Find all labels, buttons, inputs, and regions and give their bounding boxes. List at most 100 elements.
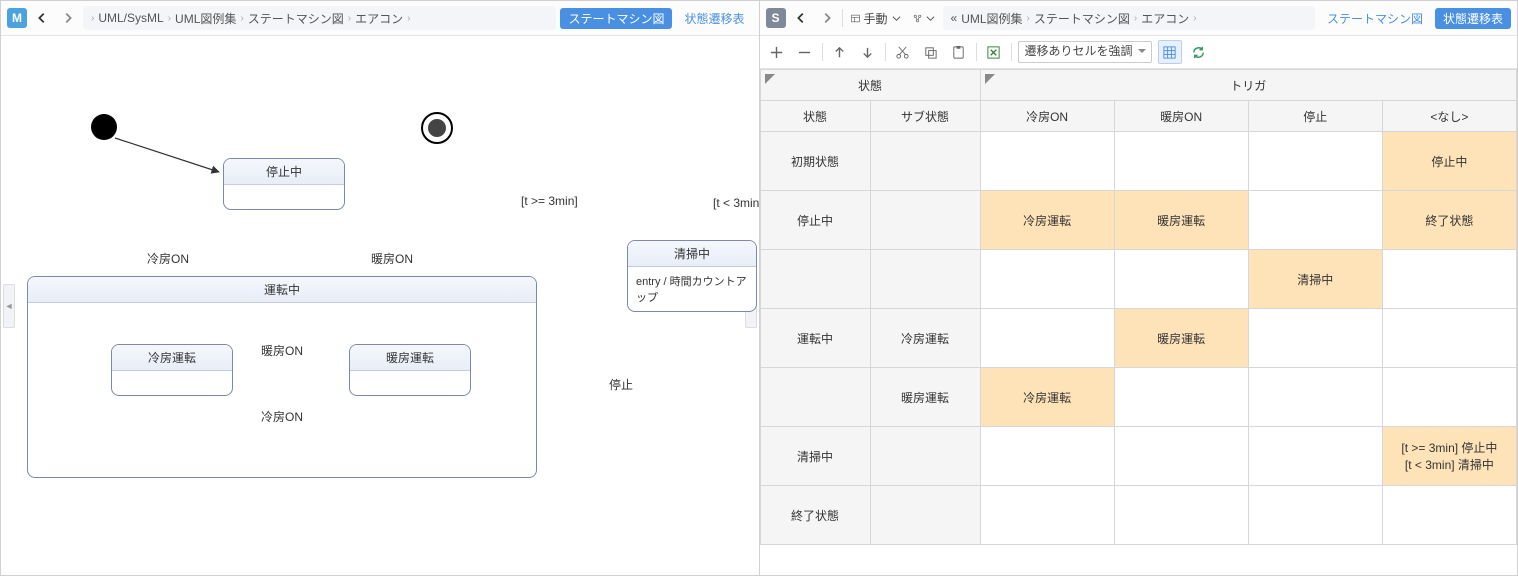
cut-button[interactable] (892, 41, 914, 63)
nav-forward-button[interactable] (816, 7, 838, 29)
col-trigger[interactable]: 停止 (1248, 101, 1382, 132)
transition-table[interactable]: 状態 トリガ 状態 サブ状態 冷房ON 暖房ON 停止 <なし> 初期状態停止中… (760, 69, 1518, 575)
transition-cell[interactable] (980, 427, 1114, 486)
initial-state-node[interactable] (91, 114, 117, 140)
table-row[interactable]: 運転中冷房運転暖房運転 (760, 309, 1517, 368)
col-group-state: 状態 (858, 79, 882, 93)
nav-back-button[interactable] (790, 7, 812, 29)
breadcrumb-item[interactable]: エアコン (1141, 10, 1189, 27)
diagram-type-tag: ステートマシン図 (560, 8, 672, 29)
transition-cell[interactable] (1382, 368, 1516, 427)
col-state[interactable]: 状態 (760, 101, 870, 132)
transition-cell[interactable] (1248, 427, 1382, 486)
transition-cell[interactable] (1114, 486, 1248, 545)
transition-cell[interactable] (980, 486, 1114, 545)
guard-label: [t < 3min] (713, 196, 759, 210)
breadcrumb-item[interactable]: ステートマシン図 (248, 10, 344, 27)
transition-cell[interactable]: 終了状態 (1382, 191, 1516, 250)
refresh-button[interactable] (1188, 41, 1210, 63)
breadcrumb-item[interactable]: エアコン (355, 10, 403, 27)
table-row[interactable]: 暖房運転冷房運転 (760, 368, 1517, 427)
pane-badge-m: M (7, 8, 27, 28)
transition-cell[interactable] (1248, 309, 1382, 368)
table-row[interactable]: 停止中 冷房運転暖房運転 終了状態 (760, 191, 1517, 250)
transition-cell[interactable] (1248, 486, 1382, 545)
transition-cell[interactable] (1114, 250, 1248, 309)
transition-cell[interactable] (1248, 191, 1382, 250)
transition-label: 冷房ON (261, 408, 303, 425)
transition-cell[interactable]: 冷房運転 (980, 191, 1114, 250)
transition-cell[interactable] (980, 250, 1114, 309)
transition-cell[interactable] (1248, 368, 1382, 427)
row-substate (870, 427, 980, 486)
state-heating[interactable]: 暖房運転 (349, 344, 471, 396)
add-button[interactable] (766, 41, 788, 63)
layout-icon (851, 14, 860, 23)
transition-cell[interactable]: 冷房運転 (980, 368, 1114, 427)
row-state: 停止中 (760, 191, 870, 250)
transition-cell[interactable]: 暖房運転 (1114, 309, 1248, 368)
col-substate[interactable]: サブ状態 (870, 101, 980, 132)
breadcrumb-overflow-icon[interactable]: « (951, 11, 958, 25)
transition-cell[interactable] (1114, 368, 1248, 427)
table-type-tag: 状態遷移表 (1435, 8, 1511, 29)
table-row[interactable]: 終了状態 (760, 486, 1517, 545)
layout-mode-dropdown[interactable]: 手動 (847, 10, 905, 27)
transition-cell[interactable] (1114, 427, 1248, 486)
row-substate: 暖房運転 (870, 368, 980, 427)
grid-toggle-button[interactable] (1158, 40, 1182, 64)
col-trigger[interactable]: <なし> (1382, 101, 1516, 132)
right-breadcrumb[interactable]: « UML図例集 › ステートマシン図 › エアコン › (943, 6, 1315, 30)
move-down-button[interactable] (857, 41, 879, 63)
nav-forward-button[interactable] (57, 7, 79, 29)
transition-cell[interactable] (980, 309, 1114, 368)
transition-cell[interactable] (980, 132, 1114, 191)
highlight-select[interactable]: 遷移ありセルを強調 (1018, 41, 1152, 63)
transition-cell[interactable] (1248, 132, 1382, 191)
pane-badge-s: S (766, 8, 786, 28)
transition-cell[interactable]: 清掃中 (1248, 250, 1382, 309)
state-header: 停止中 (224, 159, 344, 185)
nav-back-button[interactable] (31, 7, 53, 29)
diagram-pane: M › UML/SysML › UML図例集 › ステートマシン図 › エアコン… (1, 1, 760, 575)
breadcrumb-item[interactable]: UML図例集 (175, 10, 236, 27)
tree-dropdown[interactable] (909, 14, 939, 23)
transition-cell[interactable]: [t >= 3min] 停止中 [t < 3min] 清掃中 (1382, 427, 1516, 486)
left-breadcrumb[interactable]: › UML/SysML › UML図例集 › ステートマシン図 › エアコン › (83, 6, 556, 30)
switch-to-diagram-link[interactable]: ステートマシン図 (1319, 8, 1431, 29)
col-trigger[interactable]: 暖房ON (1114, 101, 1248, 132)
paste-button[interactable] (948, 41, 970, 63)
state-header: 運転中 (28, 277, 536, 303)
diagram-canvas[interactable]: ◄ ► 停止中 運転中 冷房運転 暖房運転 (1, 36, 759, 575)
final-state-node[interactable] (421, 112, 453, 144)
state-cooling[interactable]: 冷房運転 (111, 344, 233, 396)
tree-icon (913, 14, 922, 23)
row-state: 初期状態 (760, 132, 870, 191)
col-trigger[interactable]: 冷房ON (980, 101, 1114, 132)
transition-cell[interactable] (1114, 132, 1248, 191)
table-row[interactable]: 清掃中 [t >= 3min] 停止中 [t < 3min] 清掃中 (760, 427, 1517, 486)
state-header: 暖房運転 (350, 345, 470, 371)
transition-cell[interactable]: 暖房運転 (1114, 191, 1248, 250)
state-header: 清掃中 (628, 241, 756, 267)
table-row[interactable]: 初期状態 停止中 (760, 132, 1517, 191)
state-cleaning[interactable]: 清掃中 entry / 時間カウントアップ (627, 240, 757, 312)
breadcrumb-item[interactable]: UML/SysML (98, 11, 163, 25)
breadcrumb-item[interactable]: UML図例集 (961, 10, 1022, 27)
move-up-button[interactable] (829, 41, 851, 63)
transition-cell[interactable] (1382, 309, 1516, 368)
copy-button[interactable] (920, 41, 942, 63)
transition-cell[interactable] (1382, 250, 1516, 309)
chevron-down-icon (892, 14, 901, 23)
export-excel-button[interactable] (983, 41, 1005, 63)
remove-button[interactable] (794, 41, 816, 63)
breadcrumb-item[interactable]: ステートマシン図 (1034, 10, 1130, 27)
switch-to-table-link[interactable]: 状態遷移表 (676, 8, 752, 29)
table-pane: S 手動 « UML図例集 › ステートマシン図 › エアコン › (760, 1, 1518, 575)
table-row[interactable]: 清掃中 (760, 250, 1517, 309)
transition-cell[interactable] (1382, 486, 1516, 545)
transition-cell[interactable]: 停止中 (1382, 132, 1516, 191)
row-state: 清掃中 (760, 427, 870, 486)
state-stop[interactable]: 停止中 (223, 158, 345, 210)
chevron-right-icon: › (91, 13, 94, 24)
